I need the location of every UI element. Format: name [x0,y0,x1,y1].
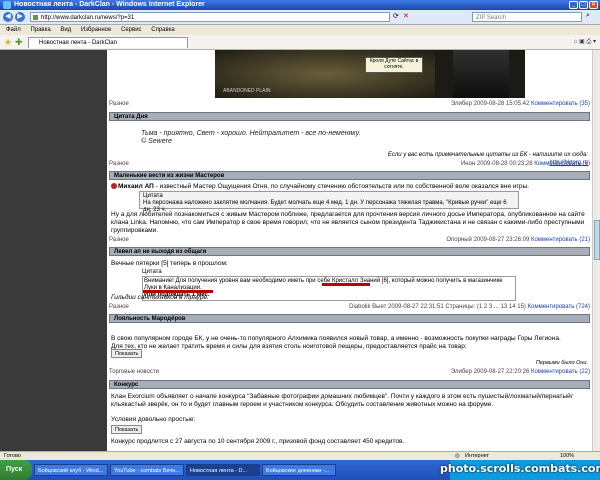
tab-bar: ★ ✚ Новостная лента - DarkClan ⌂ ▣ ⎙ ▾ [0,35,600,50]
post-body-text: Ну а для любителей познакомиться с живым… [111,211,585,234]
taskbar-item[interactable]: Бойцовский клуб - Wind... [34,464,108,476]
scrollbar-thumb[interactable] [594,220,600,260]
quote-label: Цитата [142,269,162,275]
post-text: - известный Мастер Ощущения Огня, по слу… [153,183,529,190]
post-signature: Первыми было Они. [535,360,588,366]
menu-view[interactable]: Вид [60,27,71,33]
menu-favorites[interactable]: Избранное [81,27,111,33]
status-text: Готово [4,453,21,459]
post-author-date: Инон 2009-08-28 00:23:28 [460,161,533,167]
start-button[interactable]: Пуск [0,460,32,480]
post-meta-right: Diabolik Выет 2009-08-27 22:31:51 Страни… [349,303,590,311]
post-header: Цитата Дня [109,112,590,121]
post-meta-right: Инон 2009-08-28 00:23:28 Комментировать … [461,160,590,168]
menu-file[interactable]: Файл [6,27,21,33]
watermark: photo.scrolls.combats.com [440,462,600,475]
post-category: Разное [109,161,129,167]
post-text-line: В свою популярном городе БК, у не очень-… [111,335,561,342]
post-author-date: Diabolik Выет 2009-08-27 22:31:51 Страни… [349,304,526,310]
post-meta: Разное Diabolik Выет 2009-08-27 22:31:51… [109,303,590,311]
post-meta: Разное Опорный 2009-08-27 23:26:09 Комме… [109,236,590,244]
redacted-mark [143,290,213,293]
post-body-text: В свою популярном городе БК, у не очень-… [111,335,588,351]
comments-link[interactable]: Комментировать (724) [528,304,590,310]
taskbar-item[interactable]: Бойцовские дневники -... [262,464,336,476]
window-title-bar: Новостная лента - DarkClan - Windows Int… [0,0,600,10]
comments-link[interactable]: Комментировать (21) [531,237,590,243]
post-body-line: Условия довольно простые: [111,416,196,423]
refresh-icon[interactable]: ⟳ [393,12,399,20]
menu-edit[interactable]: Правка [30,27,50,33]
page-icon [33,15,38,20]
show-button[interactable]: Показать [111,425,143,434]
menu-tools[interactable]: Сервис [121,27,142,33]
address-input[interactable]: http://www.darkclan.ru/news/?p=31 [30,12,390,22]
maximize-icon[interactable]: □ [579,1,588,9]
news-feed: Кроля Дуте Сайтас в сотняте. ABANDONED P… [107,50,592,460]
post-author-date: Элибер 2009-08-27 22:20:26 [450,369,530,375]
post-header: Левел ап не выходя из общаги [109,247,590,256]
stop-icon[interactable]: ✕ [403,12,409,20]
post-meta: Разное Элибер 2009-08-28 15:05:42 Коммен… [109,100,590,108]
post-header: Лояльность Мародёров [109,314,590,323]
show-button[interactable]: Показать [111,349,143,358]
quote-box: Цитата На персонажа наложено заклятие мо… [139,191,519,213]
post-meta-right: Опорный 2009-08-27 23:26:09 Комментирова… [446,236,590,244]
screenshot-caption: ABANDONED PLAIN [223,88,271,94]
minimize-icon[interactable]: _ [569,1,578,9]
post-author-date: Опорный 2009-08-27 23:26:09 [446,237,530,243]
quote-label: Цитата [143,193,163,199]
forward-icon[interactable]: ▶ [15,12,25,22]
ie-icon [3,1,11,9]
post-author-date: Элибер 2009-08-28 15:05:42 [450,101,530,107]
post-meta-right: Элибер 2009-08-28 15:05:42 Комментироват… [451,100,590,108]
align-icon [111,183,117,189]
close-icon[interactable]: × [589,1,598,9]
tab-current[interactable]: Новостная лента - DarkClan [28,37,188,48]
post-category: Торговые новости [109,369,159,375]
tab-label: Новостная лента - DarkClan [39,40,117,46]
add-favorites-icon[interactable]: ✚ [15,37,23,47]
toolbar-icons[interactable]: ⌂ ▣ ⎙ ▾ [574,38,596,46]
address-toolbar: ◀ ▶ http://www.darkclan.ru/news/?p=31 ⟳ … [0,10,600,25]
game-screenshot: Кроля Дуте Сайтас в сотняте. ABANDONED P… [215,50,525,98]
search-icon[interactable]: ⌕ [586,12,590,20]
post-body-text: Клан Exorcium объявляет о начале конкурс… [111,393,573,408]
address-url: http://www.darkclan.ru/news/?p=31 [41,15,135,21]
search-placeholder: ZIP Search [476,15,506,21]
screenshot-dark-panel [453,50,509,98]
player-name[interactable]: Михаил АП [118,183,154,190]
search-input[interactable]: ZIP Search [472,12,582,22]
comments-link[interactable]: Комментировать (6) [534,161,590,167]
comments-link[interactable]: Комментировать (22) [531,369,590,375]
quote-footer-text: Если у вас есть примечательные цитаты из… [387,152,588,158]
back-icon[interactable]: ◀ [3,12,13,22]
post-body-line: Вечные пятерки [5] теперь в прошлом: [111,260,228,267]
quote-text: Тьма - приятно, Свет - хорошо. Нейтралит… [141,130,361,137]
post-body-line: Конкурс продлится с 27 августа по 10 сен… [111,438,405,445]
taskbar-item-active[interactable]: Новостная лента - D... [186,464,260,476]
post-header: Конкурс [109,380,590,389]
post-meta-right: Элибер 2009-08-27 22:20:26 Комментироват… [451,368,590,376]
post-category: Разное [109,237,129,243]
post-body-line: Гильдии сантехников в трауре. [111,294,209,301]
vertical-scrollbar[interactable] [592,50,600,460]
post-text-line: Для тех, кто не желает тратить время и с… [111,343,467,350]
taskbar-item[interactable]: YouTube - combats Вечн... [110,464,184,476]
menu-bar: Файл Правка Вид Избранное Сервис Справка [0,25,600,35]
post-meta: Торговые новости Элибер 2009-08-27 22:20… [109,368,590,376]
favorites-star-icon[interactable]: ★ [4,37,12,47]
comments-link[interactable]: Комментировать (35) [531,101,590,107]
screenshot-bubble: Кроля Дуте Сайтас в сотняте. [365,57,423,73]
post-meta: Разное Инон 2009-08-28 00:23:28 Комменти… [109,160,590,168]
window-title: Новостная лента - DarkClan - Windows Int… [14,1,205,8]
post-body-line: Михаил АП - известный Мастер Ощущения Ог… [111,183,588,191]
menu-help[interactable]: Справка [151,27,175,33]
post-category: Разное [109,304,129,310]
redacted-mark [322,283,370,286]
post-header: Маленькие вести из жизни Мастеров [109,171,590,180]
quote-author: © Sewere [141,138,172,145]
post-category: Разное [109,101,129,107]
